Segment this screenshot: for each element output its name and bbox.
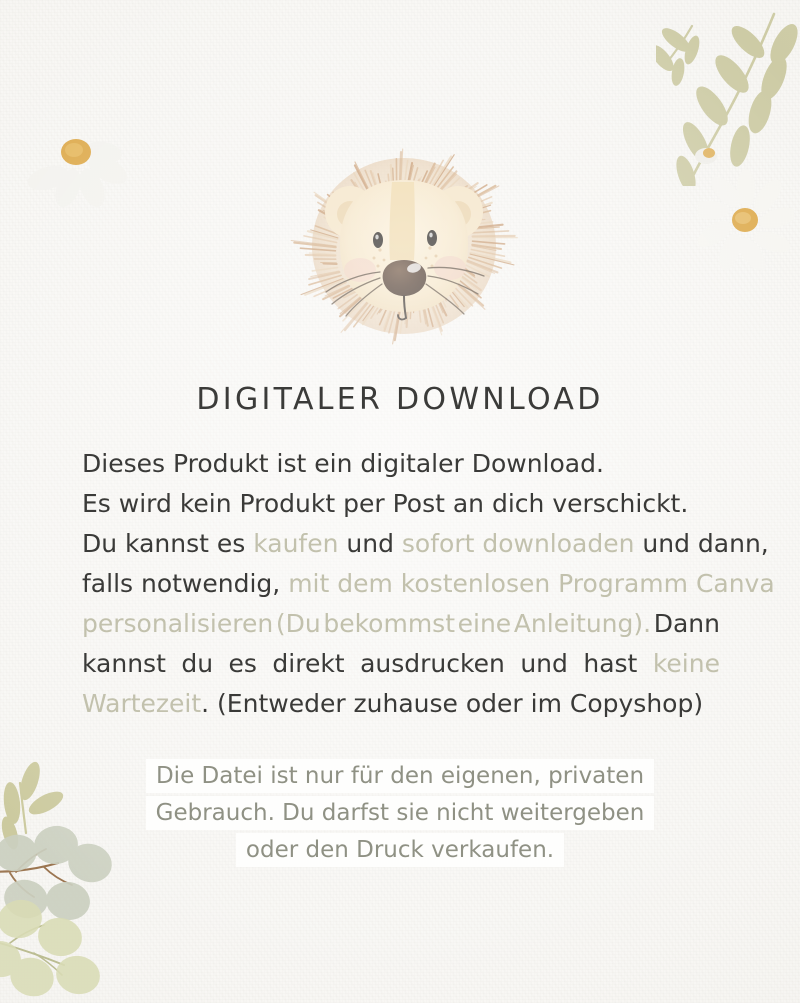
body-text-strong: Dann — [653, 609, 720, 638]
body-text-strong: und dann, — [634, 529, 769, 558]
body-line: personalisieren (Du bekommst eine Anleitung)… — [82, 604, 720, 644]
body-text-strong: Dieses Produkt ist ein digitaler Downloa… — [82, 449, 604, 478]
body-text-muted: personalisieren — [82, 609, 274, 638]
body-text-muted: Wartezeit — [82, 689, 202, 718]
daisy-flower-icon — [698, 169, 794, 270]
usage-notice-line: Gebrauch. Du darfst sie nicht weitergebe… — [0, 795, 800, 832]
lion-head-illustration — [290, 148, 518, 345]
daisy-flower-icon — [27, 139, 128, 207]
body-text-strong: und — [520, 649, 568, 678]
olive-branch-icon — [656, 12, 798, 186]
body-text-muted: (Du — [275, 609, 321, 638]
usage-notice-line: oder den Druck verkaufen. — [0, 832, 800, 869]
body-text-strong: Es wird kein Produkt per Post an dich ve… — [82, 489, 689, 518]
usage-notice-text: Gebrauch. Du darfst sie nicht weitergebe… — [145, 796, 655, 830]
usage-notice: Die Datei ist nur für den eigenen, priva… — [0, 758, 800, 869]
body-line: kannst du es direkt ausdrucken und hast keine — [82, 644, 720, 684]
body-text-strong: direkt — [272, 649, 345, 678]
page-title: DIGITALER DOWNLOAD — [196, 382, 604, 417]
product-info-card: DIGITALER DOWNLOAD Dieses Produkt ist ei… — [0, 0, 800, 1003]
body-line: Dieses Produkt ist ein digitaler Downloa… — [82, 444, 720, 484]
body-text-strong: . (Entweder zuhause oder im Copyshop) — [201, 689, 704, 718]
body-text-muted: sofort downloaden — [401, 529, 635, 558]
body-line: Es wird kein Produkt per Post an dich ve… — [82, 484, 720, 524]
body-text-muted: kaufen — [253, 529, 339, 558]
body-text-strong: es — [228, 649, 257, 678]
usage-notice-line: Die Datei ist nur für den eigenen, priva… — [0, 758, 800, 795]
body-text-strong: hast — [583, 649, 638, 678]
body-text-muted: eine — [457, 609, 512, 638]
daisy-bud-icon — [695, 148, 717, 164]
body-text-strong: und — [338, 529, 402, 558]
body-line: falls notwendig, mit dem kostenlosen Pro… — [82, 564, 775, 604]
body-text-strong: kannst — [82, 649, 166, 678]
body-text-muted: mit dem kostenlosen Programm Canva — [288, 569, 775, 598]
body-text-muted: Anleitung). — [513, 609, 652, 638]
body-paragraph: Dieses Produkt ist ein digitaler Downloa… — [82, 444, 775, 724]
usage-notice-text: oder den Druck verkaufen. — [235, 833, 565, 867]
body-text-strong: Du kannst es — [82, 529, 254, 558]
body-text-strong: du — [181, 649, 214, 678]
body-line: Du kannst es kaufen und sofort downloade… — [82, 524, 769, 564]
usage-notice-text: Die Datei ist nur für den eigenen, priva… — [145, 759, 655, 793]
body-text-muted: keine — [652, 649, 720, 678]
body-text-muted: bekommst — [323, 609, 455, 638]
body-text-strong: falls notwendig, — [82, 569, 289, 598]
body-text-strong: ausdrucken — [360, 649, 505, 678]
body-line: Wartezeit. (Entweder zuhause oder im Cop… — [82, 684, 720, 724]
